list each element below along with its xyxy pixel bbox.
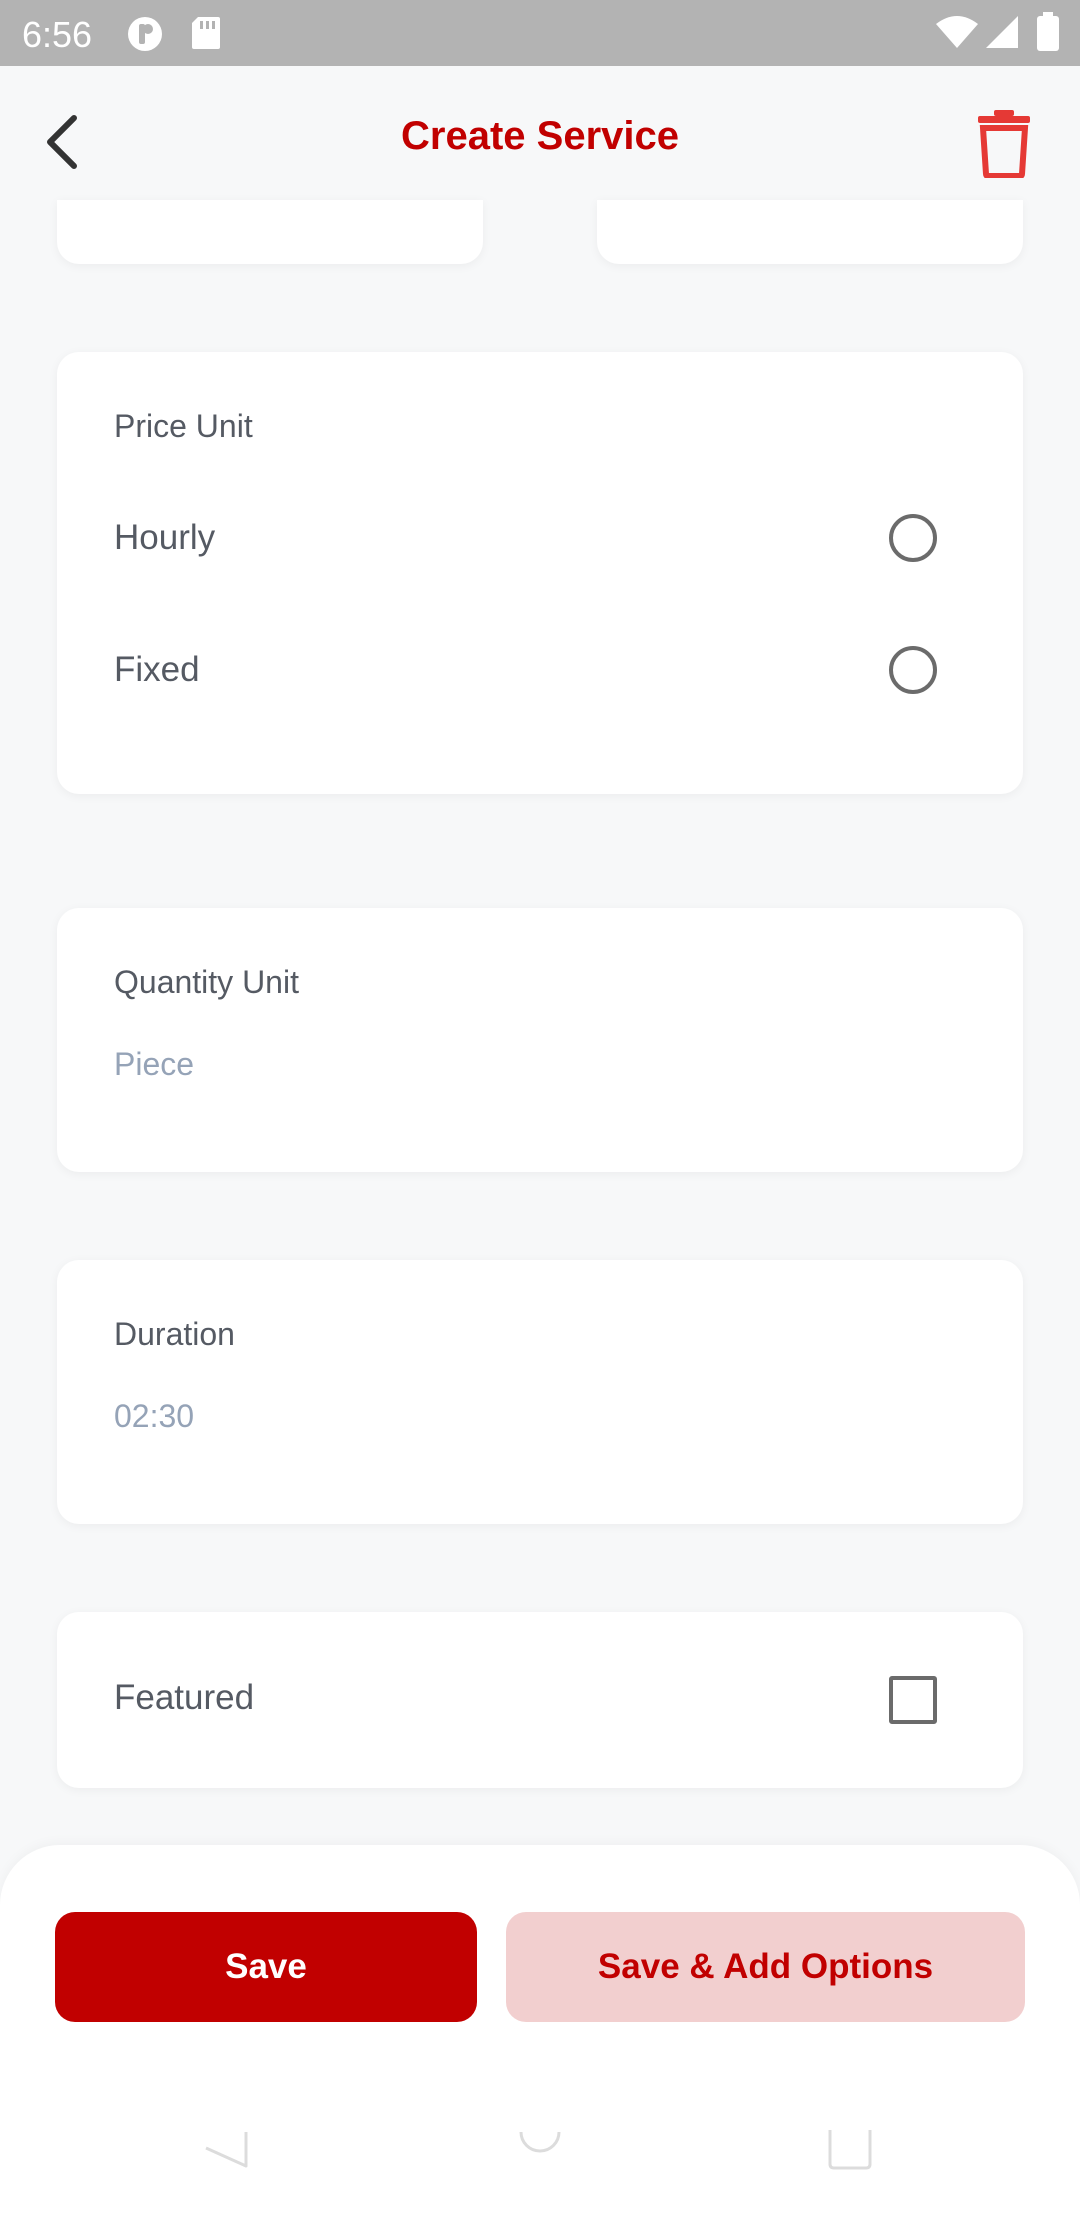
duration-card[interactable]: Duration 02:30 (57, 1260, 1023, 1524)
trash-icon[interactable] (976, 108, 1032, 179)
featured-label: Featured (114, 1678, 255, 1717)
sd-card-icon (190, 15, 222, 56)
save-button[interactable]: Save (55, 1912, 477, 2022)
quantity-unit-input[interactable]: Piece (114, 1046, 194, 1083)
wifi-icon (934, 14, 980, 55)
nav-back-icon[interactable] (204, 2130, 248, 2175)
save-add-options-button[interactable]: Save & Add Options (506, 1912, 1025, 2022)
duration-input[interactable]: 02:30 (114, 1398, 194, 1435)
featured-card[interactable]: Featured (57, 1612, 1023, 1788)
system-nav-bar (0, 2120, 1080, 2220)
nav-recents-icon[interactable] (828, 2130, 872, 2175)
duration-label: Duration (114, 1316, 235, 1352)
create-service-screen: 6:56 Create Service Price Unit Hourly Fi… (0, 0, 1080, 2220)
fixed-radio[interactable] (889, 646, 937, 694)
pocket-icon (126, 15, 164, 58)
previous-field-card-right[interactable] (597, 200, 1023, 264)
price-option-label: Fixed (114, 650, 200, 689)
status-bar: 6:56 (0, 0, 1080, 66)
previous-field-card-left[interactable] (57, 200, 483, 264)
featured-checkbox[interactable] (889, 1676, 937, 1724)
app-header: Create Service (0, 66, 1080, 220)
price-unit-card: Price Unit Hourly Fixed (57, 352, 1023, 794)
price-option-label: Hourly (114, 518, 216, 557)
price-unit-label: Price Unit (114, 408, 253, 444)
battery-icon (1036, 12, 1060, 57)
signal-icon (984, 14, 1020, 55)
status-time: 6:56 (22, 14, 93, 55)
page-title: Create Service (401, 114, 679, 158)
quantity-unit-label: Quantity Unit (114, 964, 299, 1000)
nav-home-icon[interactable] (518, 2130, 562, 2175)
quantity-unit-card[interactable]: Quantity Unit Piece (57, 908, 1023, 1172)
hourly-radio[interactable] (889, 514, 937, 562)
